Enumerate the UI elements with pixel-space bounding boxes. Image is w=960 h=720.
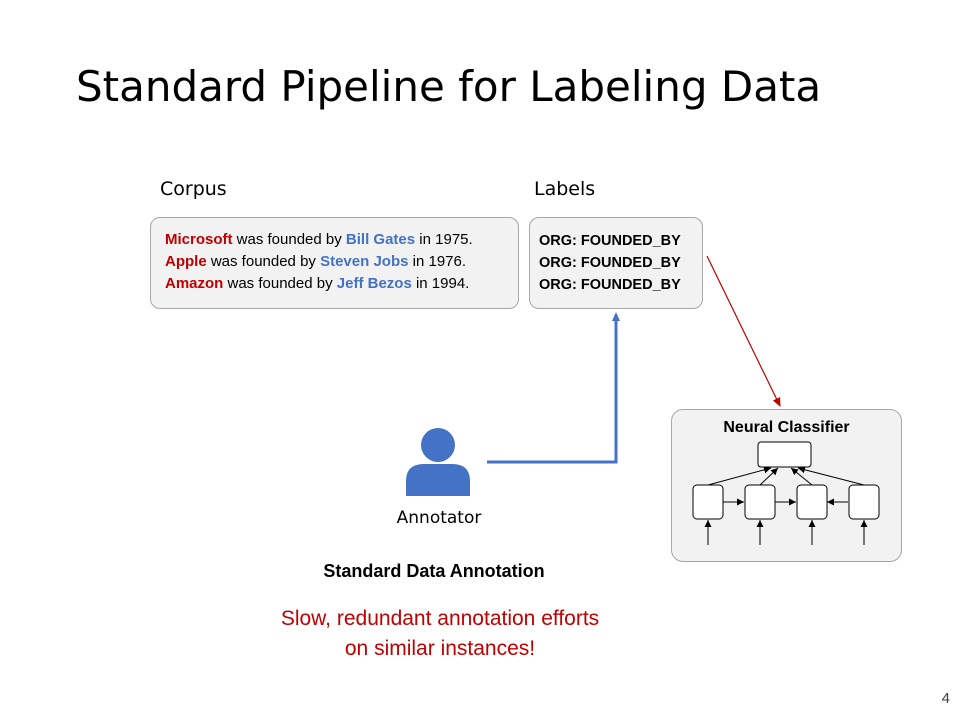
warning-line: on similar instances!	[344, 637, 536, 660]
labels-to-classifier-arrow	[706, 255, 781, 407]
rnn-cell	[796, 484, 828, 520]
warning-line: Slow, redundant annotation efforts	[280, 607, 600, 630]
page-number: 4	[941, 690, 950, 707]
network-edges	[704, 466, 868, 545]
annotator-to-labels-arrow	[487, 312, 620, 464]
diagram-caption: Standard Data Annotation	[323, 561, 545, 581]
output-node	[757, 441, 812, 468]
person-icon	[406, 428, 470, 496]
rnn-cell	[848, 484, 880, 520]
rnn-cell	[744, 484, 776, 520]
warning-text: Slow, redundant annotation efforts on si…	[220, 604, 660, 664]
network-diagram	[692, 441, 880, 520]
annotator-label: Annotator	[396, 508, 482, 528]
rnn-cell	[692, 484, 724, 520]
